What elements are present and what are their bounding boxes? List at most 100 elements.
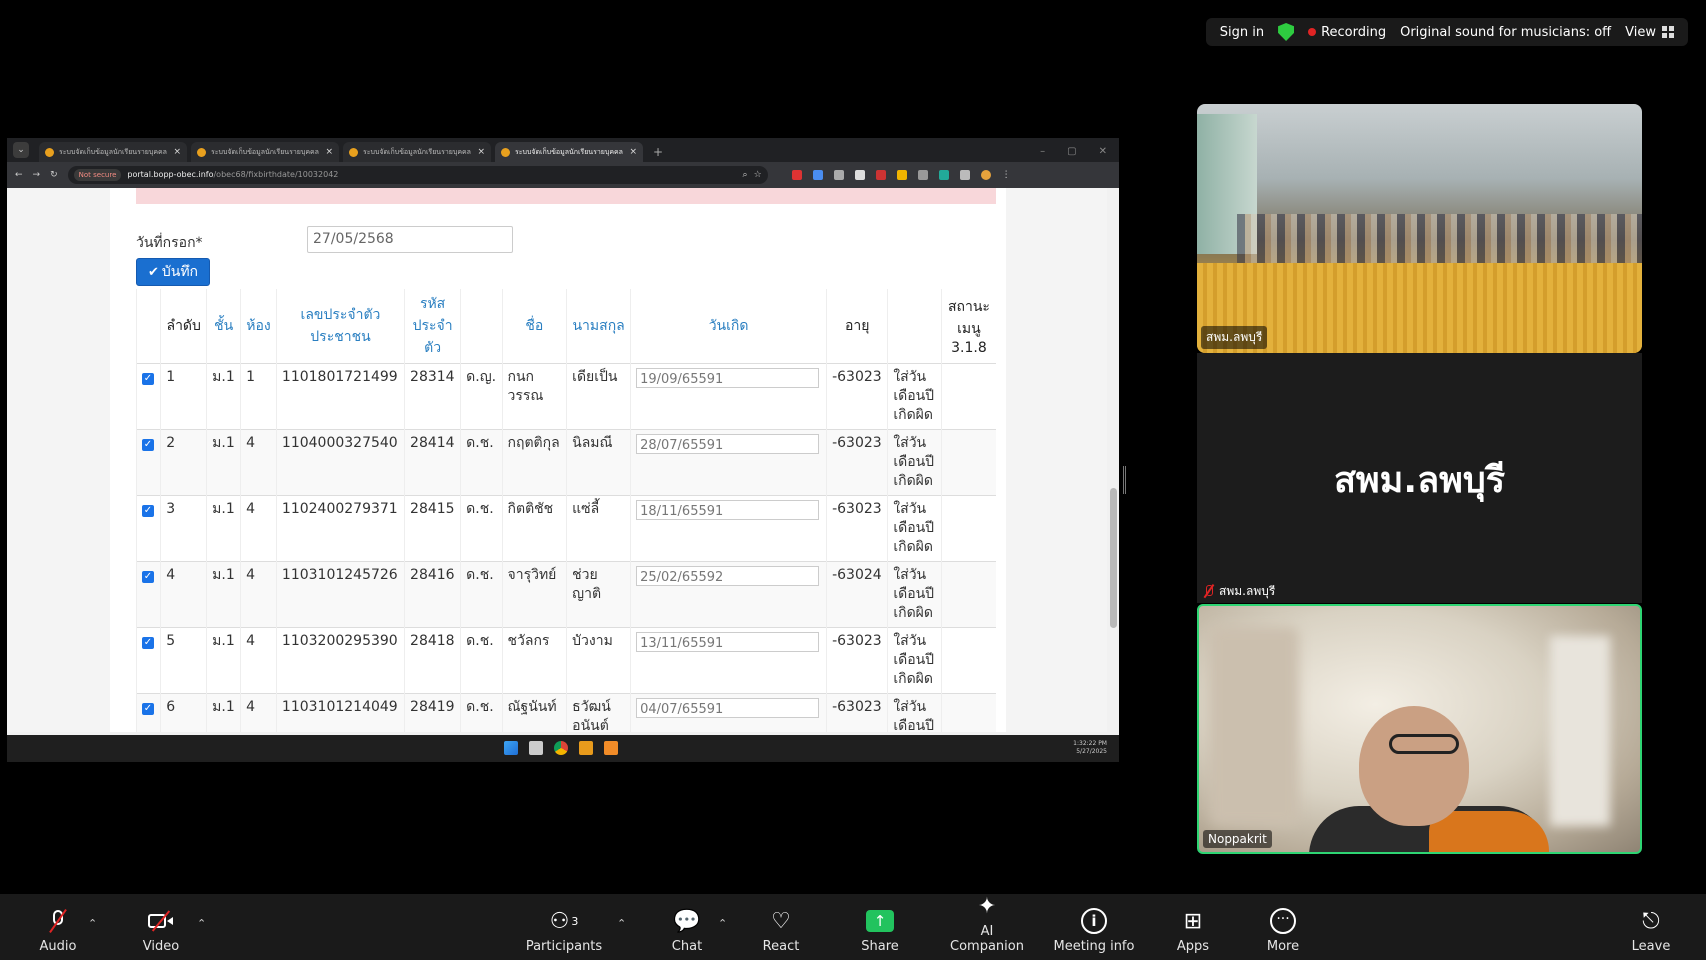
- app-icon[interactable]: [579, 741, 593, 755]
- maximize-icon[interactable]: ▢: [1067, 146, 1076, 157]
- extension-icon[interactable]: [875, 170, 886, 180]
- birthdate-input[interactable]: 25/02/65592: [636, 566, 820, 586]
- chrome-icon[interactable]: [554, 741, 568, 755]
- apps-button[interactable]: ⊞ Apps: [1148, 906, 1238, 955]
- video-options-caret-icon[interactable]: ⌃: [197, 917, 206, 930]
- security-shield-icon[interactable]: [1278, 23, 1295, 41]
- chat-button[interactable]: 💬 Chat: [642, 906, 732, 955]
- close-tab-icon[interactable]: ×: [477, 147, 485, 157]
- not-secure-badge[interactable]: Not secure: [73, 169, 122, 181]
- extension-icon[interactable]: [896, 170, 907, 180]
- browser-tab[interactable]: ระบบจัดเก็บข้อมูลนักเรียนรายบุคคล ×: [191, 142, 339, 162]
- birthdate-input[interactable]: 28/07/65591: [636, 434, 820, 454]
- row-select-checkbox[interactable]: ✓: [142, 637, 154, 649]
- audio-button[interactable]: Audio: [13, 906, 103, 954]
- row-select-checkbox[interactable]: ✓: [142, 571, 154, 583]
- browser-tab[interactable]: ระบบจัดเก็บข้อมูลนักเรียนรายบุคคล ×: [343, 142, 491, 162]
- recording-indicator[interactable]: Recording: [1308, 25, 1386, 40]
- close-tab-icon[interactable]: ×: [629, 147, 637, 157]
- cell-last-name: บัวงาม: [566, 627, 631, 694]
- view-button[interactable]: View: [1625, 25, 1674, 40]
- row-select-checkbox[interactable]: ✓: [142, 373, 154, 385]
- cell-first-name: ณัฐนันท์: [501, 693, 567, 732]
- column-header-room[interactable]: ห้อง: [240, 289, 277, 364]
- column-header-citizen-id[interactable]: เลขประจำตัวประชาชน: [275, 289, 405, 364]
- panel-resize-handle[interactable]: [1123, 466, 1126, 494]
- back-icon[interactable]: ←: [15, 170, 23, 180]
- chat-options-caret-icon[interactable]: ⌃: [718, 917, 727, 930]
- column-header-first-name[interactable]: ชื่อ: [501, 289, 567, 364]
- grid-view-icon: [1662, 26, 1674, 38]
- row-select-checkbox[interactable]: ✓: [142, 439, 154, 451]
- page-scrollbar[interactable]: [1107, 188, 1119, 732]
- browser-menu-icon[interactable]: ⋮: [1002, 170, 1012, 180]
- video-tile-room[interactable]: สพม.ลพบุรี: [1197, 104, 1642, 353]
- extension-icon[interactable]: [833, 170, 844, 180]
- birthdate-input[interactable]: 19/09/65591: [636, 368, 820, 388]
- taskbar-clock[interactable]: 1:32:22 PM 5/27/2025: [1073, 740, 1107, 756]
- cell-student-code: 28414: [404, 429, 461, 496]
- video-tile-name-card[interactable]: สพม.ลพบุรี สพม.ลพบุรี: [1197, 353, 1642, 603]
- windows-start-icon[interactable]: [504, 741, 518, 755]
- column-header-order[interactable]: ลำดับ: [160, 289, 207, 364]
- taskbar-icons: [504, 741, 618, 755]
- cell-menu-status: [940, 429, 996, 496]
- original-sound-status[interactable]: Original sound for musicians: off: [1400, 25, 1611, 40]
- favicon-icon: [349, 147, 358, 157]
- extensions-puzzle-icon[interactable]: [959, 170, 970, 180]
- birthdate-input[interactable]: 04/07/65591: [636, 698, 820, 718]
- bookmark-star-icon[interactable]: ☆: [754, 170, 762, 180]
- forward-icon[interactable]: →: [33, 170, 41, 180]
- close-tab-icon[interactable]: ×: [173, 147, 181, 157]
- cell-title: ด.ญ.: [460, 363, 502, 430]
- leave-button[interactable]: ⎋ Leave: [1606, 906, 1696, 955]
- extension-icon[interactable]: [812, 170, 823, 180]
- column-header-birthdate[interactable]: วันเกิด: [630, 289, 827, 364]
- react-button[interactable]: ♡ React: [736, 906, 826, 955]
- meeting-info-button[interactable]: i Meeting info: [1049, 906, 1139, 954]
- zoom-lens-icon[interactable]: ⌕: [743, 170, 748, 180]
- close-tab-icon[interactable]: ×: [325, 147, 333, 157]
- cell-note: ใส่วันเดือนปีเกิดผิด: [887, 495, 942, 562]
- browser-tab-active[interactable]: ระบบจัดเก็บข้อมูลนักเรียนรายบุคคล ×: [495, 142, 643, 162]
- extension-icons: ⋮: [791, 170, 1012, 180]
- cell-title: ด.ช.: [460, 627, 502, 694]
- entry-date-input[interactable]: 27/05/2568: [307, 226, 513, 253]
- birthdate-input[interactable]: 18/11/65591: [636, 500, 820, 520]
- save-button[interactable]: ✔ บันทึก: [136, 258, 210, 286]
- minimize-icon[interactable]: –: [1040, 146, 1045, 157]
- participants-button[interactable]: ⚇ 3 Participants: [519, 906, 609, 955]
- audio-options-caret-icon[interactable]: ⌃: [88, 917, 97, 930]
- video-tile-active-speaker[interactable]: Noppakrit: [1197, 604, 1642, 854]
- extension-icon[interactable]: [917, 170, 928, 180]
- row-select-checkbox[interactable]: ✓: [142, 505, 154, 517]
- extension-icon[interactable]: [938, 170, 949, 180]
- column-header-student-code[interactable]: รหัสประจำตัว: [404, 289, 461, 364]
- cell-order: 3: [160, 495, 207, 562]
- new-tab-icon[interactable]: +: [653, 145, 663, 159]
- more-button[interactable]: ··· More: [1238, 906, 1328, 954]
- column-header-last-name[interactable]: นามสกุล: [566, 289, 631, 364]
- extension-icon[interactable]: [854, 170, 865, 180]
- reload-icon[interactable]: ↻: [50, 170, 58, 180]
- cell-birthdate: 04/07/65591: [630, 693, 827, 732]
- browser-tab[interactable]: ระบบจัดเก็บข้อมูลนักเรียนรายบุคคล ×: [39, 142, 187, 162]
- address-bar[interactable]: Not secure portal.bopp-obec.info/obec68/…: [67, 166, 768, 184]
- row-select-checkbox[interactable]: ✓: [142, 703, 154, 715]
- task-view-icon[interactable]: [529, 741, 543, 755]
- close-window-icon[interactable]: ✕: [1099, 146, 1107, 157]
- participant-name-label: สพม.ลพบุรี: [1201, 326, 1268, 349]
- sign-in-button[interactable]: Sign in: [1220, 25, 1264, 40]
- scrollbar-thumb[interactable]: [1110, 488, 1117, 628]
- video-button[interactable]: Video: [116, 906, 206, 954]
- app-icon[interactable]: [604, 741, 618, 755]
- ai-companion-button[interactable]: ✦ AI Companion: [942, 891, 1032, 955]
- birthdate-input[interactable]: 13/11/65591: [636, 632, 820, 652]
- extension-icon[interactable]: [791, 170, 802, 180]
- tab-search-icon[interactable]: ⌄: [13, 142, 29, 158]
- cell-menu-status: [940, 693, 996, 732]
- share-button[interactable]: ↑ Share: [835, 906, 925, 954]
- profile-avatar-icon[interactable]: [980, 170, 991, 180]
- participants-options-caret-icon[interactable]: ⌃: [617, 917, 626, 930]
- column-header-level[interactable]: ชั้น: [206, 289, 241, 364]
